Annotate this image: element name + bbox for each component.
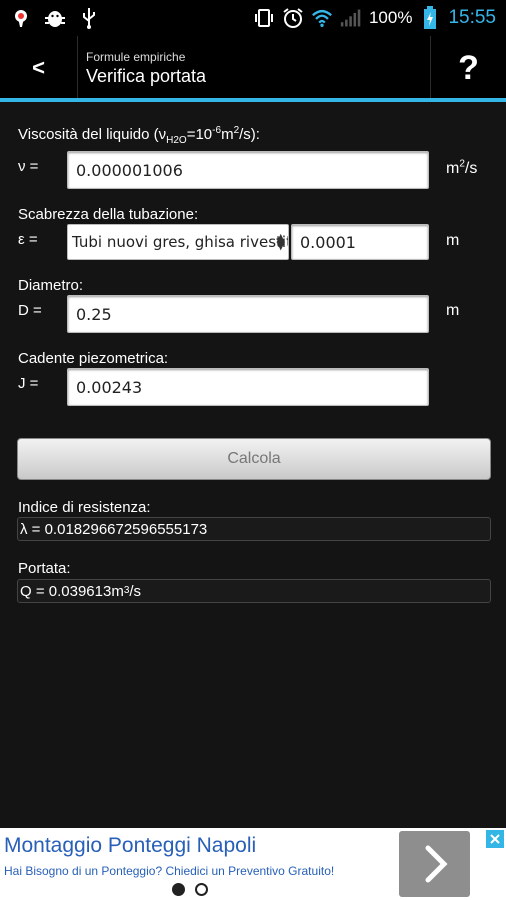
page-subtitle: Formule empiriche bbox=[86, 49, 186, 64]
roughness-unit: m bbox=[446, 232, 460, 249]
flashlight-icon bbox=[10, 7, 32, 29]
diameter-label: Diametro: bbox=[18, 277, 84, 294]
wifi-icon bbox=[311, 7, 333, 29]
ad-open-button[interactable] bbox=[399, 831, 470, 897]
viscosity-label: Viscosità del liquido (νH2O=10-6m2/s): bbox=[18, 125, 260, 146]
ad-page-dot[interactable] bbox=[195, 883, 208, 896]
vibrate-icon bbox=[253, 7, 275, 29]
back-button[interactable]: < bbox=[0, 36, 78, 100]
viscosity-input[interactable]: 0.000001006 bbox=[67, 151, 429, 189]
help-icon: ? bbox=[458, 48, 479, 87]
gradient-input[interactable]: 0.00243 bbox=[67, 368, 429, 406]
roughness-symbol: ε = bbox=[18, 231, 38, 248]
viscosity-symbol: ν = bbox=[18, 158, 39, 175]
signal-icon bbox=[340, 7, 362, 29]
diameter-symbol: D = bbox=[18, 302, 42, 319]
flow-value: Q = 0.039613m 3/s bbox=[17, 579, 491, 603]
ad-info-button[interactable] bbox=[486, 830, 504, 848]
ad-banner[interactable]: Montaggio Ponteggi Napoli Hai Bisogno di… bbox=[0, 828, 506, 900]
material-select[interactable]: Tubi nuovi gres, ghisa rivestita ▲ ▼ bbox=[67, 224, 289, 260]
calculate-button[interactable]: Calcola bbox=[17, 438, 491, 480]
chevron-right-icon bbox=[425, 845, 448, 883]
ad-pager bbox=[172, 883, 208, 896]
diameter-unit: m bbox=[446, 302, 460, 319]
back-icon: < bbox=[32, 55, 45, 80]
android-debug-icon bbox=[44, 7, 66, 29]
status-bar: 100% 15:55 bbox=[0, 0, 506, 36]
clock: 15:55 bbox=[448, 7, 496, 28]
battery-charging-icon bbox=[419, 6, 441, 29]
title-block: Formule empiriche Verifica portata bbox=[78, 36, 430, 100]
usb-icon bbox=[78, 7, 100, 29]
page-title: Verifica portata bbox=[86, 65, 207, 86]
alarm-icon bbox=[282, 7, 304, 29]
ad-description[interactable]: Hai Bisogno di un Ponteggio? Chiedici un… bbox=[4, 864, 334, 878]
roughness-input[interactable]: 0.0001 bbox=[291, 224, 429, 260]
resistance-value: λ = 0.018296672596555173 bbox=[17, 517, 491, 541]
help-button[interactable]: ? bbox=[430, 36, 506, 100]
diameter-input[interactable]: 0.25 bbox=[67, 295, 429, 333]
ad-page-dot[interactable] bbox=[172, 883, 185, 896]
battery-percent: 100% bbox=[368, 8, 413, 27]
action-bar: < Formule empiriche Verifica portata ? bbox=[0, 36, 506, 100]
gradient-symbol: J = bbox=[18, 375, 39, 392]
roughness-label: Scabrezza della tubazione: bbox=[18, 206, 199, 223]
gradient-label: Cadente piezometrica: bbox=[18, 350, 169, 367]
close-icon bbox=[490, 834, 500, 844]
viscosity-unit: m2/s bbox=[446, 158, 478, 177]
ad-title[interactable]: Montaggio Ponteggi Napoli bbox=[4, 834, 256, 858]
chevron-updown-icon: ▲ ▼ bbox=[276, 231, 285, 252]
resistance-label: Indice di resistenza: bbox=[18, 499, 151, 516]
material-select-value: Tubi nuovi gres, ghisa rivestita bbox=[72, 233, 289, 251]
flow-label: Portata: bbox=[18, 560, 71, 577]
form-panel: Viscosità del liquido (νH2O=10-6m2/s): ν… bbox=[0, 102, 506, 828]
